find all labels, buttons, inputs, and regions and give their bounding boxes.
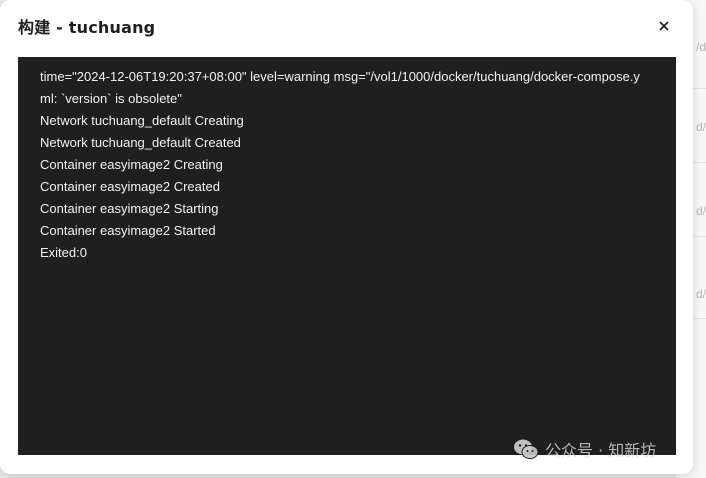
watermark-text: 公众号 · 知新坊: [545, 441, 657, 460]
log-line: time="2024-12-06T19:20:37+08:00" level=w…: [40, 69, 640, 84]
wechat-icon: [514, 439, 539, 459]
log-line: Network tuchuang_default Created: [40, 135, 241, 150]
log-line: Container easyimage2 Created: [40, 179, 220, 194]
log-output: time="2024-12-06T19:20:37+08:00" level=w…: [40, 66, 665, 264]
log-line: Container easyimage2 Started: [40, 223, 216, 238]
background-text: d/: [695, 120, 706, 134]
background-text: /d: [695, 40, 706, 54]
build-dialog: 构建 - tuchuang time="2024-12-06T19:20:37+…: [0, 0, 693, 474]
log-line: ml: `version` is obsolete": [40, 91, 182, 106]
close-icon: [659, 21, 669, 31]
watermark: 公众号 · 知新坊: [513, 437, 656, 461]
log-line: Exited:0: [40, 245, 87, 260]
dialog-title: 构建 - tuchuang: [18, 18, 156, 37]
background-text: d/: [695, 204, 706, 218]
build-log-terminal[interactable]: time="2024-12-06T19:20:37+08:00" level=w…: [18, 57, 676, 455]
close-button[interactable]: [652, 14, 676, 38]
log-line: Network tuchuang_default Creating: [40, 113, 244, 128]
log-line: Container easyimage2 Creating: [40, 157, 223, 172]
background-text: d/: [695, 287, 706, 301]
log-line: Container easyimage2 Starting: [40, 201, 219, 216]
